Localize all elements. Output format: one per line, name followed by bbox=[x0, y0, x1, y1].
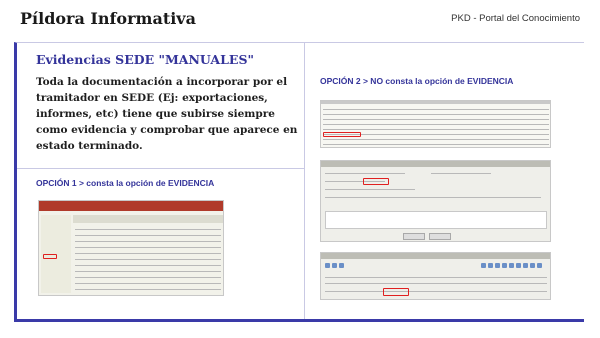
toolbar-header bbox=[321, 253, 550, 259]
column-divider bbox=[304, 42, 305, 319]
page-title: Píldora Informativa bbox=[20, 9, 196, 28]
form-textarea bbox=[325, 211, 547, 229]
option1-label: OPCIÓN 1 > consta la opción de EVIDENCIA bbox=[36, 178, 215, 188]
screenshot-toolbar bbox=[73, 215, 223, 223]
header: Píldora Informativa PKD - Portal del Con… bbox=[0, 0, 600, 40]
toolbar-highlight bbox=[383, 288, 409, 296]
form-header bbox=[321, 161, 550, 167]
option2-screenshot-form bbox=[320, 160, 551, 242]
list-highlight bbox=[323, 132, 361, 137]
option2-label: OPCIÓN 2 > NO consta la opción de EVIDEN… bbox=[320, 76, 514, 86]
screenshot-titlebar bbox=[39, 201, 223, 211]
option1-screenshot bbox=[38, 200, 224, 296]
form-button-accept bbox=[403, 233, 425, 240]
evidencias-body: Toda la documentación a incorporar por e… bbox=[36, 76, 298, 152]
form-highlight bbox=[363, 178, 389, 185]
evidencias-title: Evidencias SEDE "MANUALES" bbox=[36, 52, 254, 67]
form-button-cancel bbox=[429, 233, 451, 240]
evidencia-highlight bbox=[43, 254, 57, 259]
option2-screenshot-toolbar bbox=[320, 252, 551, 300]
option2-screenshot-list bbox=[320, 100, 551, 148]
section-divider bbox=[17, 168, 304, 169]
frame-bottom-rule bbox=[14, 319, 584, 322]
portal-name: PKD - Portal del Conocimiento bbox=[451, 13, 580, 24]
